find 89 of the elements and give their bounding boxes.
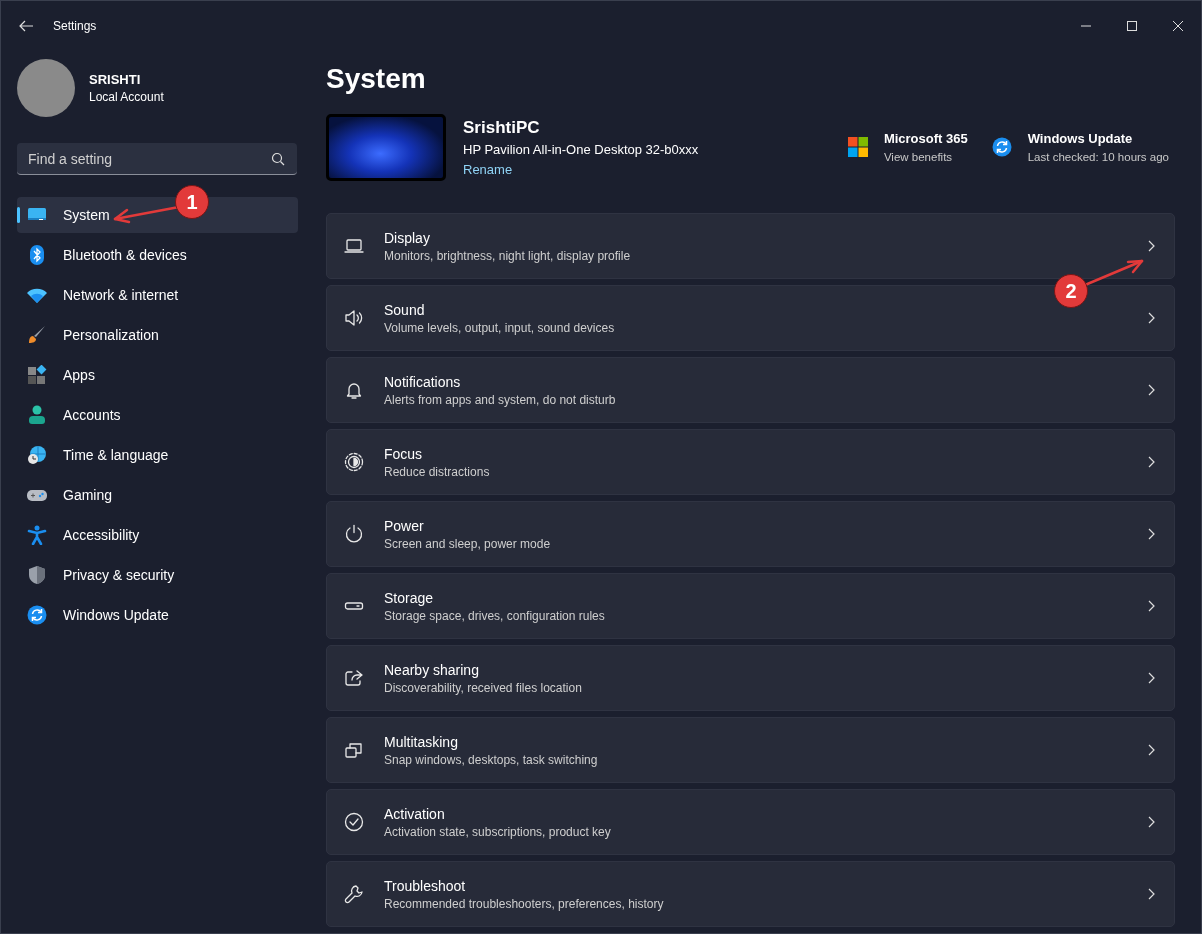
bluetooth-icon — [27, 245, 47, 265]
settings-card[interactable]: Focus Reduce distractions — [326, 429, 1175, 495]
wrench-icon — [344, 884, 364, 904]
shield-icon — [27, 565, 47, 585]
maximize-icon — [1127, 21, 1137, 31]
window-title: Settings — [53, 19, 97, 33]
nav-item[interactable]: Time & language — [17, 437, 298, 473]
quick-link-title: Windows Update — [1027, 131, 1134, 146]
four-squares-logo-icon — [847, 137, 868, 157]
focus-icon — [344, 452, 364, 472]
page-title: System — [326, 62, 427, 96]
search-icon — [271, 152, 285, 166]
paintbrush-icon — [27, 325, 47, 345]
device-name: SrishtiPC — [463, 117, 541, 138]
person-icon — [27, 405, 47, 425]
rename-link[interactable]: Rename — [463, 161, 513, 177]
card-subtitle: Discoverability, received files location — [384, 680, 583, 695]
nav-item[interactable]: Privacy & security — [17, 557, 298, 593]
settings-card[interactable]: Multitasking Snap windows, desktops, task switching — [326, 717, 1175, 783]
refresh-icon — [991, 137, 1012, 157]
quick-link-title: Microsoft 365 — [883, 131, 968, 146]
card-title: Power — [384, 517, 425, 534]
quick-link[interactable]: Microsoft 365 View benefits — [847, 131, 968, 163]
chevron-icon — [1148, 240, 1156, 252]
speaker-icon — [344, 308, 364, 328]
back-arrow-icon — [18, 18, 34, 34]
card-subtitle: Storage space, drives, configuration rules — [384, 608, 606, 623]
chevron-icon — [1148, 384, 1156, 396]
device-model: HP Pavilion All-in-One Desktop 32-b0xxx — [463, 141, 699, 157]
chevron-icon — [1148, 744, 1156, 756]
quick-link-subtitle: View benefits — [883, 151, 954, 163]
chevron-icon — [1148, 600, 1156, 612]
card-title: Activation — [384, 805, 446, 822]
card-subtitle: Reduce distractions — [384, 464, 491, 479]
settings-card[interactable]: Display Monitors, brightness, night light, display profile — [326, 213, 1175, 279]
share-icon — [344, 668, 364, 688]
settings-card[interactable]: Power Screen and sleep, power mode — [326, 501, 1175, 567]
windows-stack-icon — [344, 740, 364, 760]
globe-clock-icon — [27, 445, 47, 465]
avatar — [17, 59, 75, 117]
nav-item[interactable]: Accessibility — [17, 517, 298, 553]
card-subtitle: Alerts from apps and system, do not disturb — [384, 392, 617, 407]
settings-card[interactable]: Notifications Alerts from apps and system, do not disturb — [326, 357, 1175, 423]
search-field[interactable]: Find a setting — [17, 143, 297, 175]
nav-item[interactable]: Accounts — [17, 397, 298, 433]
card-subtitle: Activation state, subscriptions, product key — [384, 824, 612, 839]
settings-card[interactable]: Troubleshoot Recommended troubleshooters, preferences, history — [326, 861, 1175, 927]
chevron-icon — [1148, 888, 1156, 900]
card-title: Storage — [384, 589, 435, 606]
card-subtitle: Monitors, brightness, night light, display profile — [384, 248, 632, 263]
checkmark-circle-icon — [344, 812, 364, 832]
chevron-icon — [1148, 528, 1156, 540]
card-title: Sound — [384, 301, 426, 318]
tiles-icon — [27, 365, 47, 385]
person-figure-icon — [27, 525, 47, 545]
card-title: Focus — [384, 445, 424, 462]
bell-icon — [344, 380, 364, 400]
settings-card[interactable]: Storage Storage space, drives, configuration rules — [326, 573, 1175, 639]
back-button[interactable] — [18, 18, 34, 34]
chevron-icon — [1148, 816, 1156, 828]
nav-item[interactable]: Apps — [17, 357, 298, 393]
nav-item[interactable]: Gaming — [17, 477, 298, 513]
nav-item[interactable]: Windows Update — [17, 597, 298, 633]
close-icon — [1173, 21, 1183, 31]
settings-card[interactable]: Nearby sharing Discoverability, received files location — [326, 645, 1175, 711]
power-icon — [344, 524, 364, 544]
nav-item[interactable]: Network & internet — [17, 277, 298, 313]
card-title: Notifications — [384, 373, 462, 390]
chevron-icon — [1148, 312, 1156, 324]
chevron-icon — [1148, 456, 1156, 468]
card-subtitle: Screen and sleep, power mode — [384, 536, 552, 551]
quick-link[interactable]: Windows Update Last checked: 10 hours ago — [991, 131, 1169, 163]
card-title: Nearby sharing — [384, 661, 480, 678]
card-title: Multitasking — [384, 733, 459, 750]
card-subtitle: Volume levels, output, input, sound devices — [384, 320, 616, 335]
settings-card[interactable]: Activation Activation state, subscriptions, product key — [326, 789, 1175, 855]
step-badge: 1 — [175, 185, 209, 219]
card-subtitle: Snap windows, desktops, task switching — [384, 752, 599, 767]
refresh-icon — [27, 605, 47, 625]
card-title: Troubleshoot — [384, 877, 467, 894]
card-title: Display — [384, 229, 431, 246]
laptop-icon — [344, 236, 364, 256]
user-name: SRISHTI — [89, 72, 142, 87]
nav-item[interactable]: Personalization — [17, 317, 298, 353]
card-subtitle: Recommended troubleshooters, preferences, history — [384, 896, 665, 911]
nav-item[interactable]: Bluetooth & devices — [17, 237, 298, 273]
account-type: Local Account — [89, 90, 164, 104]
chevron-icon — [1148, 672, 1156, 684]
quick-link-subtitle: Last checked: 10 hours ago — [1027, 151, 1169, 163]
